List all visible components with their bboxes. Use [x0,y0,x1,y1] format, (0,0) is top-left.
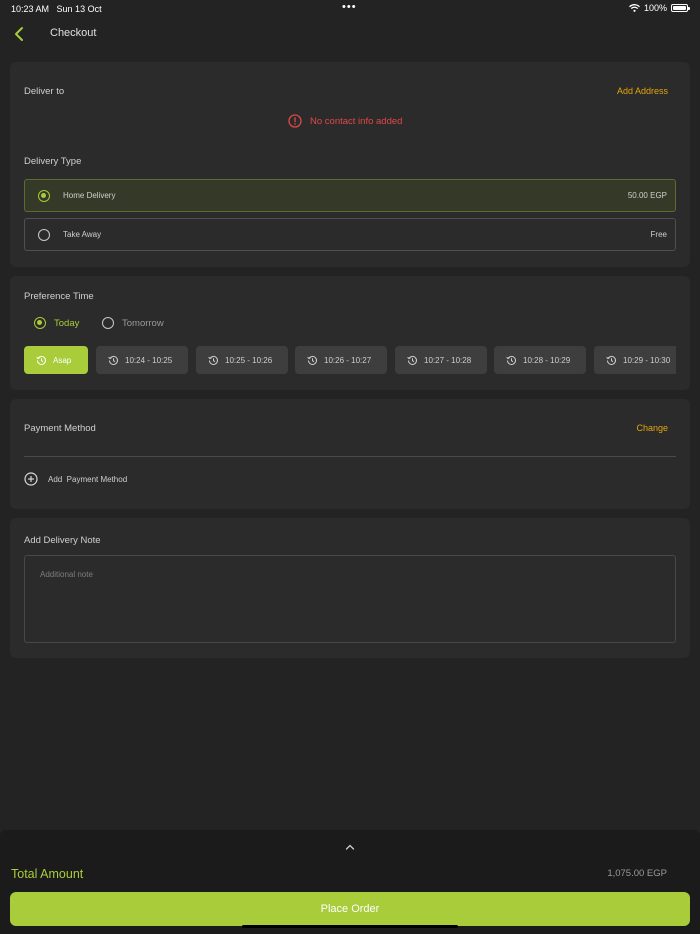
day-tomorrow[interactable]: Tomorrow [102,317,164,329]
battery-percent: 100% [643,3,667,13]
slot-label: 10:24 - 10:25 [125,355,173,365]
slot-label: 10:26 - 10:27 [324,355,372,365]
slot-time[interactable]: 10:27 - 10:28 [395,346,487,374]
slot-time[interactable]: 10:25 - 10:26 [196,346,288,374]
slot-time[interactable]: 10:28 - 10:29 [494,346,586,374]
payment-method-card: Payment Method Change Add Payment Method [10,399,690,509]
slot-time[interactable]: 10:24 - 10:25 [96,346,188,374]
day-label: Tomorrow [122,317,164,329]
delivery-type-label: Delivery Type [24,156,82,167]
clock-icon [208,355,218,365]
slot-label: Asap [53,355,72,365]
slot-asap[interactable]: Asap [24,346,88,374]
place-order-button[interactable]: Place Order [10,892,690,926]
add-address-link[interactable]: Add Address [617,86,668,96]
multitask-dots-icon[interactable]: ••• [342,1,357,13]
status-time-value: 10:23 AM [11,4,50,14]
preference-time-label: Preference Time [24,291,94,302]
option-price: Free [650,230,667,239]
warning-text: No contact info added [310,115,403,127]
header: Checkout [0,18,700,50]
delivery-note-card: Add Delivery Note [10,518,690,658]
chevron-up-icon[interactable] [345,838,355,856]
wifi-icon [629,4,640,12]
payment-method-label: Payment Method [24,423,96,434]
day-today[interactable]: Today [34,317,79,329]
order-summary-sheet: Total Amount 1,075.00 EGP Place Order [0,830,700,934]
divider [24,456,676,457]
radio-take-away[interactable] [38,229,50,241]
clock-icon [606,355,616,365]
deliver-to-label: Deliver to [24,86,65,97]
status-bar: 10:23 AM Sun 13 Oct ••• 100% [0,0,700,18]
change-payment-link[interactable]: Change [636,423,668,433]
delivery-note-label: Add Delivery Note [24,535,101,546]
slot-time[interactable]: 10:29 - 10:30 [594,346,676,374]
chevron-left-icon[interactable] [11,24,29,44]
plus-circle-icon [24,472,38,486]
option-label: Home Delivery [63,191,116,200]
slot-time[interactable]: 10:26 - 10:27 [295,346,387,374]
option-price: 50.00 EGP [627,191,667,200]
status-time: 10:23 AM Sun 13 Oct [11,4,102,14]
total-amount-label: Total Amount [11,867,84,881]
time-slots[interactable]: Asap 10:24 - 10:25 10:25 - 10:26 10:26 -… [24,346,676,376]
option-take-away[interactable]: Take Away Free [24,218,676,251]
option-home-delivery[interactable]: Home Delivery 50.00 EGP [24,179,676,212]
clock-icon [307,355,317,365]
add-payment-label: Add Payment Method [48,474,128,484]
battery-icon [671,4,690,12]
info-icon [288,114,302,128]
radio-today[interactable] [34,317,46,329]
page-title: Checkout [50,27,97,39]
clock-icon [36,355,46,365]
status-date: Sun 13 Oct [56,4,102,14]
status-right: 100% [629,3,690,13]
slot-label: 10:29 - 10:30 [623,355,671,365]
total-amount-value: 1,075.00 EGP [607,868,667,879]
clock-icon [407,355,417,365]
radio-home-delivery[interactable] [38,190,50,202]
slot-label: 10:25 - 10:26 [225,355,273,365]
slot-label: 10:28 - 10:29 [523,355,571,365]
clock-icon [506,355,516,365]
day-label: Today [54,317,80,329]
preference-time-card: Preference Time Today Tomorrow Asap 10:2… [10,276,690,390]
no-contact-warning: No contact info added [288,114,402,128]
add-payment-method-button[interactable]: Add Payment Method [24,472,127,486]
deliver-to-card: Deliver to Add Address No contact info a… [10,62,690,267]
home-indicator [242,925,458,928]
option-label: Take Away [63,230,102,239]
delivery-note-input[interactable] [24,555,676,643]
slot-label: 10:27 - 10:28 [424,355,472,365]
radio-tomorrow[interactable] [102,317,114,329]
clock-icon [108,355,118,365]
